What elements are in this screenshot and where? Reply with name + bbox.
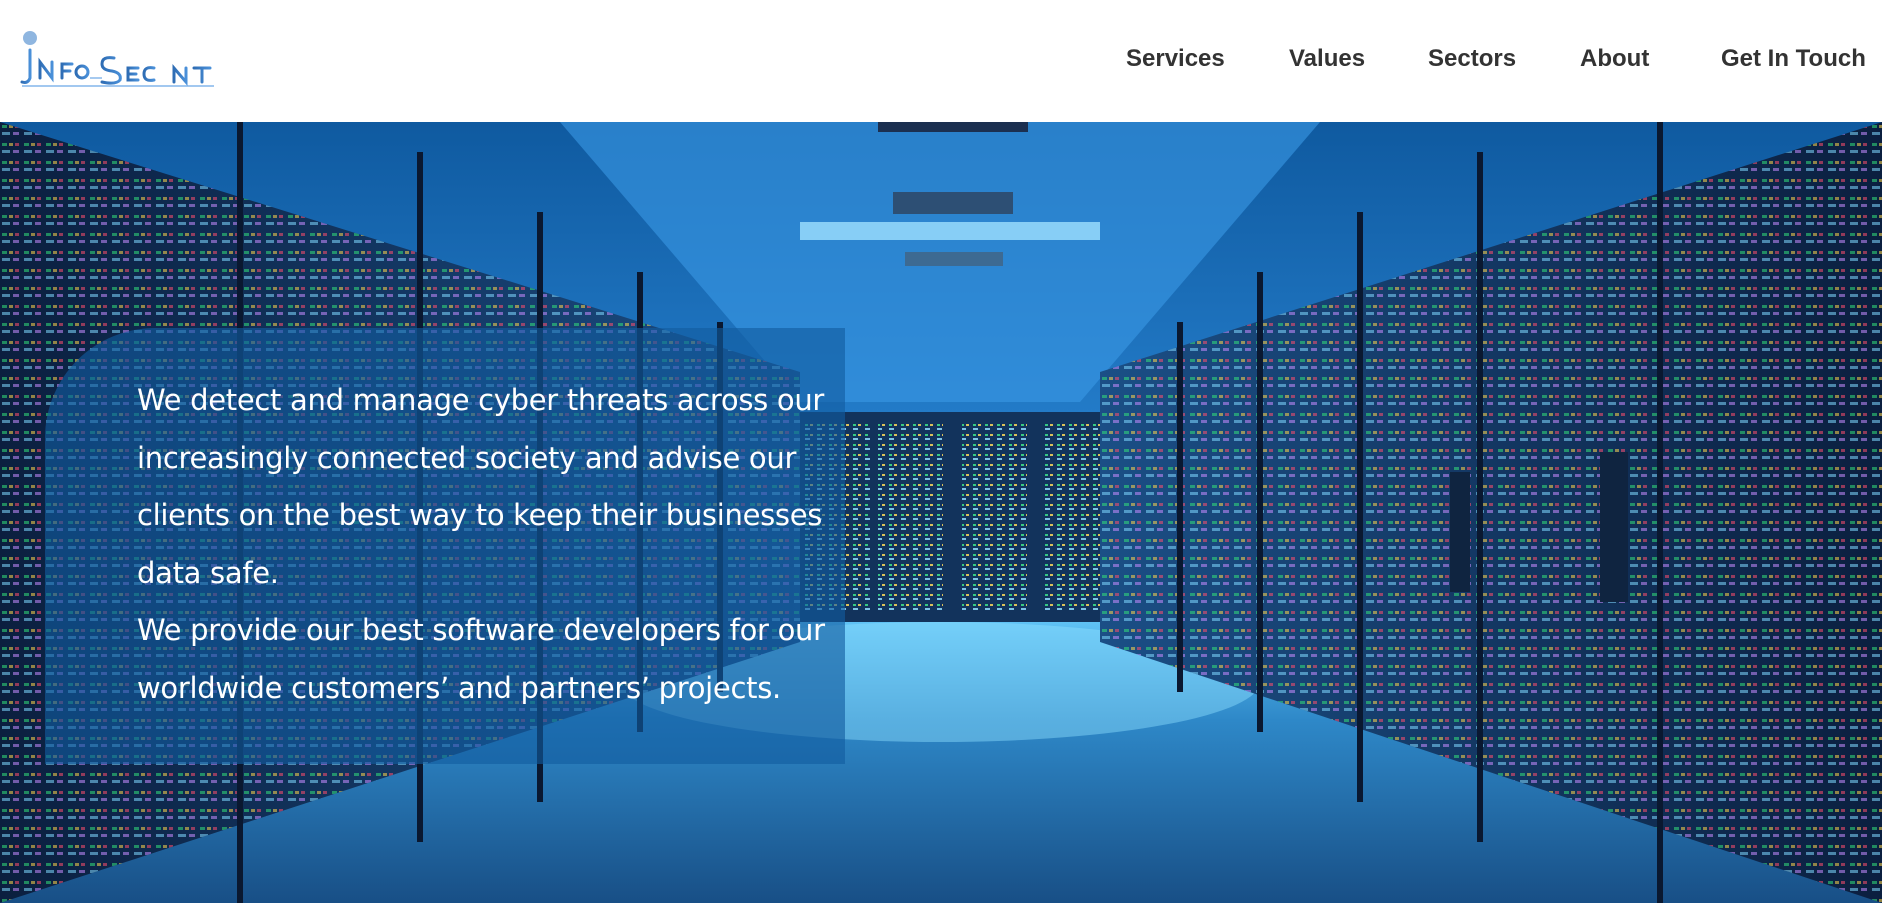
hero-paragraph-1: We detect and manage cyber threats acros…	[137, 383, 825, 590]
nav-sectors[interactable]: Sectors	[1428, 45, 1516, 73]
logo-icon	[20, 31, 214, 87]
nav-about[interactable]: About	[1580, 45, 1649, 73]
hero-text: We detect and manage cyber threats acros…	[137, 372, 857, 717]
hero-section: We detect and manage cyber threats acros…	[0, 122, 1882, 903]
hero-paragraph-2: We provide our best software developers …	[137, 613, 825, 705]
nav-values[interactable]: Values	[1289, 45, 1365, 73]
site-header: Services Values Sectors About Get In Tou…	[0, 0, 1882, 122]
nav-services[interactable]: Services	[1126, 45, 1225, 73]
nav-get-in-touch[interactable]: Get In Touch	[1721, 45, 1866, 73]
infosecint-logo[interactable]	[18, 26, 218, 90]
